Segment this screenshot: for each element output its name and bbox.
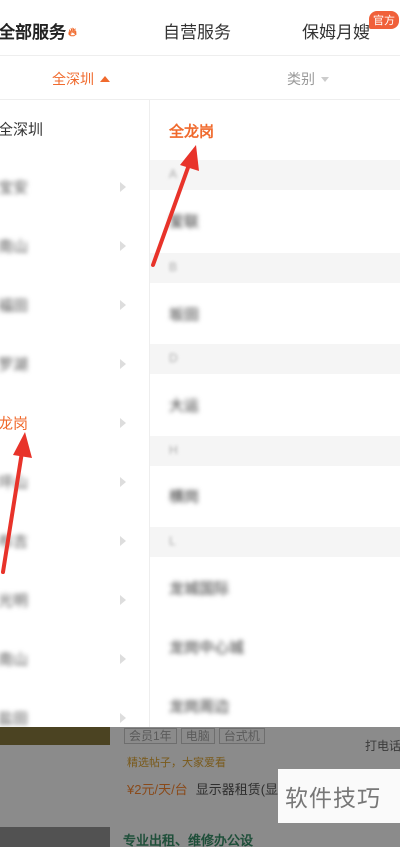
section-header: L [150, 527, 400, 557]
district-item[interactable]: 罗湖 [0, 335, 149, 393]
district-item[interactable]: 福田 [0, 276, 149, 334]
district-label: 罗湖 [0, 356, 29, 374]
tab-self-operated[interactable]: 自营服务 [163, 18, 231, 43]
call-button[interactable]: 打电话 [365, 737, 400, 754]
dimmed-listing-overlay[interactable]: 会员1年 电脑 台式机 打电话 精选帖子，大家爱看 ¥2元/天/台 显示器租赁(显示器… [0, 727, 400, 847]
listing-promo: 精选帖子，大家爱看 [127, 757, 226, 769]
district-item[interactable]: 坪山 [0, 453, 149, 511]
district-label: 全深圳 [0, 121, 44, 139]
subarea-label: 龙岗中心城 [169, 639, 245, 657]
district-label: 宝安 [0, 179, 29, 197]
service-tab-bar: 全部服务 🔥︎ 自营服务 保姆月嫂 官方 [0, 0, 400, 56]
district-label: 光明 [0, 592, 29, 610]
district-label: 南山 [0, 651, 29, 669]
subarea-label: 坂田 [169, 306, 200, 324]
listing-banner-image [0, 727, 110, 745]
subarea-item[interactable]: 横岗 [150, 467, 400, 525]
district-label: 盐田 [0, 710, 29, 728]
chevron-right-icon [120, 477, 126, 487]
district-item[interactable]: 南山 [0, 217, 149, 275]
subarea-label: 龙城国际 [169, 580, 230, 598]
subarea-item[interactable]: 坂田 [150, 285, 400, 343]
district-label: 坪山 [0, 474, 29, 492]
chevron-right-icon [120, 359, 126, 369]
subarea-item[interactable]: 爱联 [150, 192, 400, 250]
category-filter[interactable]: 类别 [287, 69, 329, 89]
section-letter: L [169, 534, 176, 548]
subarea-item[interactable]: 龙岗中心城 [150, 618, 400, 676]
fire-icon: 🔥︎ [68, 25, 77, 39]
district-item[interactable]: 宝安 [0, 158, 149, 216]
section-header: H [150, 436, 400, 466]
chevron-right-icon [120, 241, 126, 251]
district-label: 布吉 [0, 533, 29, 551]
chevron-right-icon [120, 536, 126, 546]
section-letter: H [169, 443, 178, 457]
district-item-active[interactable]: 龙岗 [0, 394, 149, 452]
tab-nanny[interactable]: 保姆月嫂 [302, 18, 370, 43]
tab-all-services[interactable]: 全部服务 🔥︎ [0, 18, 77, 43]
listing-price: ¥2元/天/台 [127, 782, 188, 797]
official-badge: 官方 [369, 11, 399, 29]
section-header: A [150, 160, 400, 190]
watermark: 软件技巧 [278, 769, 400, 823]
caret-up-icon [100, 76, 110, 82]
subarea-label: 大运 [169, 397, 200, 415]
section-header: B [150, 253, 400, 283]
chevron-right-icon [120, 713, 126, 723]
district-item[interactable]: 光明 [0, 571, 149, 629]
district-label: 福田 [0, 297, 29, 315]
listing-tag: 会员1年 [124, 728, 177, 744]
city-filter-label: 全深圳 [52, 71, 94, 87]
tab-all-services-label: 全部服务 [0, 23, 66, 42]
district-label: 龙岗 [0, 415, 29, 433]
subarea-label: 龙岗周边 [169, 698, 230, 716]
chevron-right-icon [120, 182, 126, 192]
listing-tag: 电脑 [180, 728, 215, 744]
district-item[interactable]: 盐田 [0, 689, 149, 728]
district-item[interactable]: 南山 [0, 630, 149, 688]
next-listing-title: 专业出租、维修办公设 [123, 833, 254, 847]
subarea-item[interactable]: 龙城国际 [150, 559, 400, 617]
subarea-label: 爱联 [169, 213, 200, 231]
chevron-right-icon [120, 300, 126, 310]
chevron-right-icon [120, 595, 126, 605]
section-header: D [150, 344, 400, 374]
listing-tags: 会员1年 电脑 台式机 [124, 727, 269, 744]
district-item[interactable]: 全深圳 [0, 100, 149, 158]
city-filter[interactable]: 全深圳 [52, 69, 110, 89]
subarea-label: 横岗 [169, 488, 200, 506]
district-list: 全深圳 宝安 南山 福田 罗湖 龙岗 坪山 布吉 光明 南山 盐田 [0, 100, 150, 727]
chevron-right-icon [120, 654, 126, 664]
watermark-text: 软件技巧 [285, 785, 381, 811]
district-label: 南山 [0, 238, 29, 256]
subarea-item-all[interactable]: 全龙岗 [150, 102, 400, 160]
subarea-item[interactable]: 龙岗周边 [150, 677, 400, 727]
category-filter-label: 类别 [287, 71, 315, 87]
filter-bar: 全深圳 类别 [0, 56, 400, 100]
section-letter: D [169, 351, 178, 365]
chevron-right-icon [120, 418, 126, 428]
caret-down-icon [321, 77, 329, 82]
section-letter: A [169, 167, 178, 181]
listing-tag: 台式机 [218, 728, 265, 744]
subarea-label: 全龙岗 [169, 123, 215, 141]
subarea-item[interactable]: 大运 [150, 376, 400, 434]
subarea-list: 全龙岗 A 爱联 B 坂田 D 大运 H 横岗 L 龙城国际 龙岗中心城 龙岗周… [150, 100, 400, 727]
section-letter: B [169, 260, 178, 274]
district-item[interactable]: 布吉 [0, 512, 149, 570]
listing-thumbnail [0, 827, 110, 847]
